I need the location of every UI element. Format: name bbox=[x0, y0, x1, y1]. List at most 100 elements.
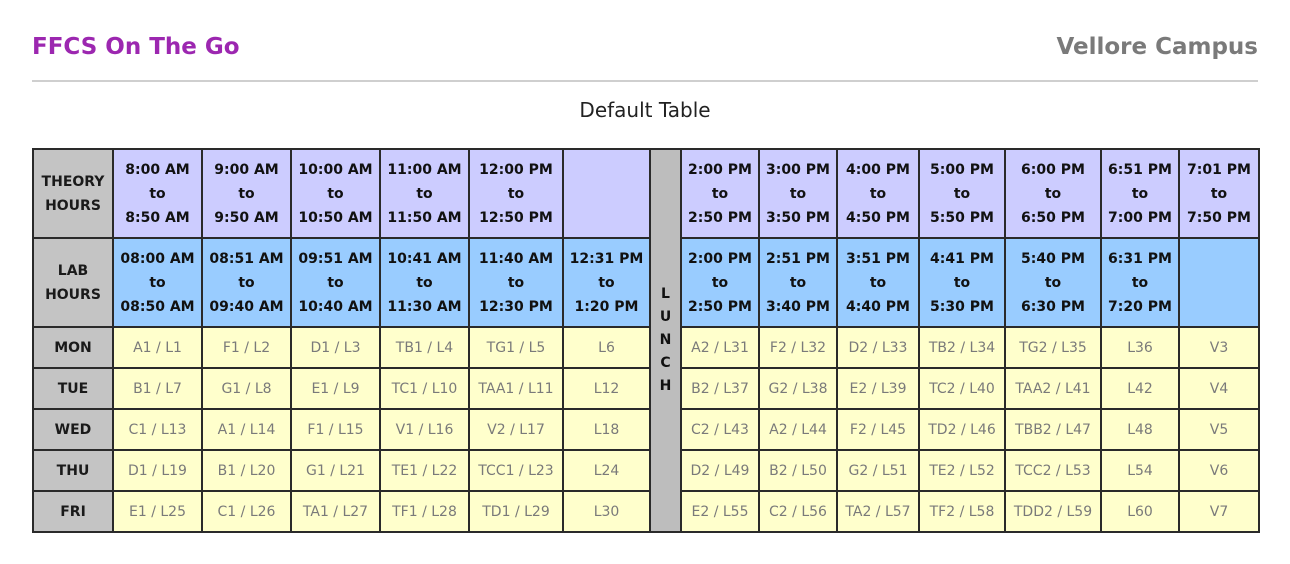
theory-time-slot: 6:00 PM to 6:50 PM bbox=[1004, 148, 1102, 239]
lab-label-line2: HOURS bbox=[45, 286, 101, 303]
slot-start: 9:00 AM bbox=[214, 161, 279, 178]
slot-separator: to bbox=[238, 274, 255, 291]
timetable-slot-cell[interactable]: TG2 / L35 bbox=[1004, 326, 1102, 369]
timetable-slot-cell[interactable]: TC1 / L10 bbox=[379, 367, 470, 410]
timetable-slot-cell[interactable]: E2 / L39 bbox=[836, 367, 920, 410]
theory-time-slot: 7:01 PM to 7:50 PM bbox=[1178, 148, 1260, 239]
slot-separator: to bbox=[1131, 274, 1149, 291]
day-label: THU bbox=[32, 449, 114, 492]
timetable-slot-cell[interactable]: TF2 / L58 bbox=[918, 490, 1006, 533]
day-label: FRI bbox=[32, 490, 114, 533]
timetable-slot-cell[interactable]: L54 bbox=[1100, 449, 1180, 492]
lab-time-slot: 08:51 AM to 09:40 AM bbox=[201, 237, 292, 328]
timetable-slot-cell[interactable]: TG1 / L5 bbox=[468, 326, 564, 369]
timetable-slot-cell[interactable]: C1 / L13 bbox=[112, 408, 203, 451]
timetable-slot-cell[interactable]: D2 / L49 bbox=[680, 449, 760, 492]
timetable-slot-cell[interactable]: TDD2 / L59 bbox=[1004, 490, 1102, 533]
timetable-slot-cell[interactable]: E1 / L25 bbox=[112, 490, 203, 533]
timetable-slot-cell[interactable]: V5 bbox=[1178, 408, 1260, 451]
timetable-slot-cell[interactable]: TF1 / L28 bbox=[379, 490, 470, 533]
timetable-slot-cell[interactable]: D1 / L19 bbox=[112, 449, 203, 492]
app-header: FFCS On The Go Vellore Campus bbox=[32, 30, 1258, 82]
lunch-letter: H bbox=[659, 378, 672, 394]
timetable-slot-cell[interactable]: TB2 / L34 bbox=[918, 326, 1006, 369]
timetable-slot-cell[interactable]: TE2 / L52 bbox=[918, 449, 1006, 492]
timetable-slot-cell[interactable]: L60 bbox=[1100, 490, 1180, 533]
slot-start: 11:00 AM bbox=[387, 161, 462, 178]
timetable-slot-cell[interactable]: V7 bbox=[1178, 490, 1260, 533]
timetable-slot-cell[interactable]: B2 / L50 bbox=[758, 449, 838, 492]
slot-start: 2:00 PM bbox=[688, 250, 752, 267]
timetable-slot-cell[interactable]: TE1 / L22 bbox=[379, 449, 470, 492]
timetable-slot-cell[interactable]: L18 bbox=[562, 408, 651, 451]
timetable-slot-cell[interactable]: A2 / L31 bbox=[680, 326, 760, 369]
timetable-slot-cell[interactable]: D2 / L33 bbox=[836, 326, 920, 369]
timetable-slot-cell[interactable]: TAA2 / L41 bbox=[1004, 367, 1102, 410]
timetable-slot-cell[interactable]: V1 / L16 bbox=[379, 408, 470, 451]
timetable-slot-cell[interactable]: A1 / L14 bbox=[201, 408, 292, 451]
timetable-slot-cell[interactable]: TB1 / L4 bbox=[379, 326, 470, 369]
day-row-tue: TUE B1 / L7 G1 / L8 E1 / L9 TC1 / L10 TAA1 / … bbox=[32, 367, 1260, 410]
timetable-slot-cell[interactable]: C2 / L56 bbox=[758, 490, 838, 533]
timetable-slot-cell[interactable]: L30 bbox=[562, 490, 651, 533]
slot-start: 3:51 PM bbox=[846, 250, 910, 267]
lab-time-slot: 11:40 AM to 12:30 PM bbox=[468, 237, 564, 328]
timetable-slot-cell[interactable]: B1 / L20 bbox=[201, 449, 292, 492]
timetable-slot-cell[interactable]: V2 / L17 bbox=[468, 408, 564, 451]
lab-time-slot: 2:00 PM to 2:50 PM bbox=[680, 237, 760, 328]
timetable-slot-cell[interactable]: L36 bbox=[1100, 326, 1180, 369]
timetable-slot-cell[interactable]: B1 / L7 bbox=[112, 367, 203, 410]
timetable-slot-cell[interactable]: G1 / L8 bbox=[201, 367, 292, 410]
slot-separator: to bbox=[711, 274, 729, 291]
timetable-slot-cell[interactable]: C1 / L26 bbox=[201, 490, 292, 533]
timetable-slot-cell[interactable]: L12 bbox=[562, 367, 651, 410]
timetable-slot-cell[interactable]: TD1 / L29 bbox=[468, 490, 564, 533]
slot-separator: to bbox=[789, 185, 807, 202]
timetable-slot-cell[interactable]: D1 / L3 bbox=[290, 326, 381, 369]
timetable-slot-cell[interactable]: TAA1 / L11 bbox=[468, 367, 564, 410]
slot-separator: to bbox=[789, 274, 807, 291]
timetable-slot-cell[interactable]: A1 / L1 bbox=[112, 326, 203, 369]
slot-separator: to bbox=[327, 274, 344, 291]
timetable-slot-cell[interactable]: E1 / L9 bbox=[290, 367, 381, 410]
brand-title[interactable]: FFCS On The Go bbox=[32, 34, 240, 60]
day-label: WED bbox=[32, 408, 114, 451]
timetable-slot-cell[interactable]: V4 bbox=[1178, 367, 1260, 410]
timetable-slot-cell[interactable]: L48 bbox=[1100, 408, 1180, 451]
slot-start: 10:00 AM bbox=[298, 161, 373, 178]
timetable-slot-cell[interactable]: F2 / L32 bbox=[758, 326, 838, 369]
timetable-slot-cell[interactable]: TC2 / L40 bbox=[918, 367, 1006, 410]
campus-name: Vellore Campus bbox=[1056, 34, 1258, 60]
timetable-slot-cell[interactable]: F2 / L45 bbox=[836, 408, 920, 451]
lab-time-slot: 5:40 PM to 6:30 PM bbox=[1004, 237, 1102, 328]
timetable: THEORY HOURS 8:00 AM to 8:50 AM 9:00 AM to 9:50… bbox=[32, 148, 1260, 533]
timetable-slot-cell[interactable]: F1 / L2 bbox=[201, 326, 292, 369]
timetable-slot-cell[interactable]: A2 / L44 bbox=[758, 408, 838, 451]
timetable-slot-cell[interactable]: G2 / L51 bbox=[836, 449, 920, 492]
slot-end: 11:50 AM bbox=[387, 209, 462, 226]
timetable-slot-cell[interactable]: L42 bbox=[1100, 367, 1180, 410]
lab-time-slot: 10:41 AM to 11:30 AM bbox=[379, 237, 470, 328]
slot-separator: to bbox=[1210, 185, 1228, 202]
timetable-slot-cell[interactable]: TCC2 / L53 bbox=[1004, 449, 1102, 492]
lab-time-slot: 3:51 PM to 4:40 PM bbox=[836, 237, 920, 328]
slot-separator: to bbox=[953, 185, 971, 202]
timetable-slot-cell[interactable]: F1 / L15 bbox=[290, 408, 381, 451]
timetable-slot-cell[interactable]: G1 / L21 bbox=[290, 449, 381, 492]
timetable-slot-cell[interactable]: B2 / L37 bbox=[680, 367, 760, 410]
lab-hours-label: LAB HOURS bbox=[32, 237, 114, 328]
timetable-slot-cell[interactable]: L24 bbox=[562, 449, 651, 492]
timetable-slot-cell[interactable]: TBB2 / L47 bbox=[1004, 408, 1102, 451]
timetable-slot-cell[interactable]: L6 bbox=[562, 326, 651, 369]
timetable-slot-cell[interactable]: G2 / L38 bbox=[758, 367, 838, 410]
timetable-slot-cell[interactable]: C2 / L43 bbox=[680, 408, 760, 451]
timetable-slot-cell[interactable]: V6 bbox=[1178, 449, 1260, 492]
timetable-slot-cell[interactable]: TD2 / L46 bbox=[918, 408, 1006, 451]
timetable-slot-cell[interactable]: TCC1 / L23 bbox=[468, 449, 564, 492]
timetable-slot-cell[interactable]: TA1 / L27 bbox=[290, 490, 381, 533]
timetable-slot-cell[interactable]: TA2 / L57 bbox=[836, 490, 920, 533]
timetable-slot-cell[interactable]: E2 / L55 bbox=[680, 490, 760, 533]
timetable-slot-cell[interactable]: V3 bbox=[1178, 326, 1260, 369]
slot-separator: to bbox=[869, 274, 887, 291]
slot-end: 6:50 PM bbox=[1021, 209, 1085, 226]
